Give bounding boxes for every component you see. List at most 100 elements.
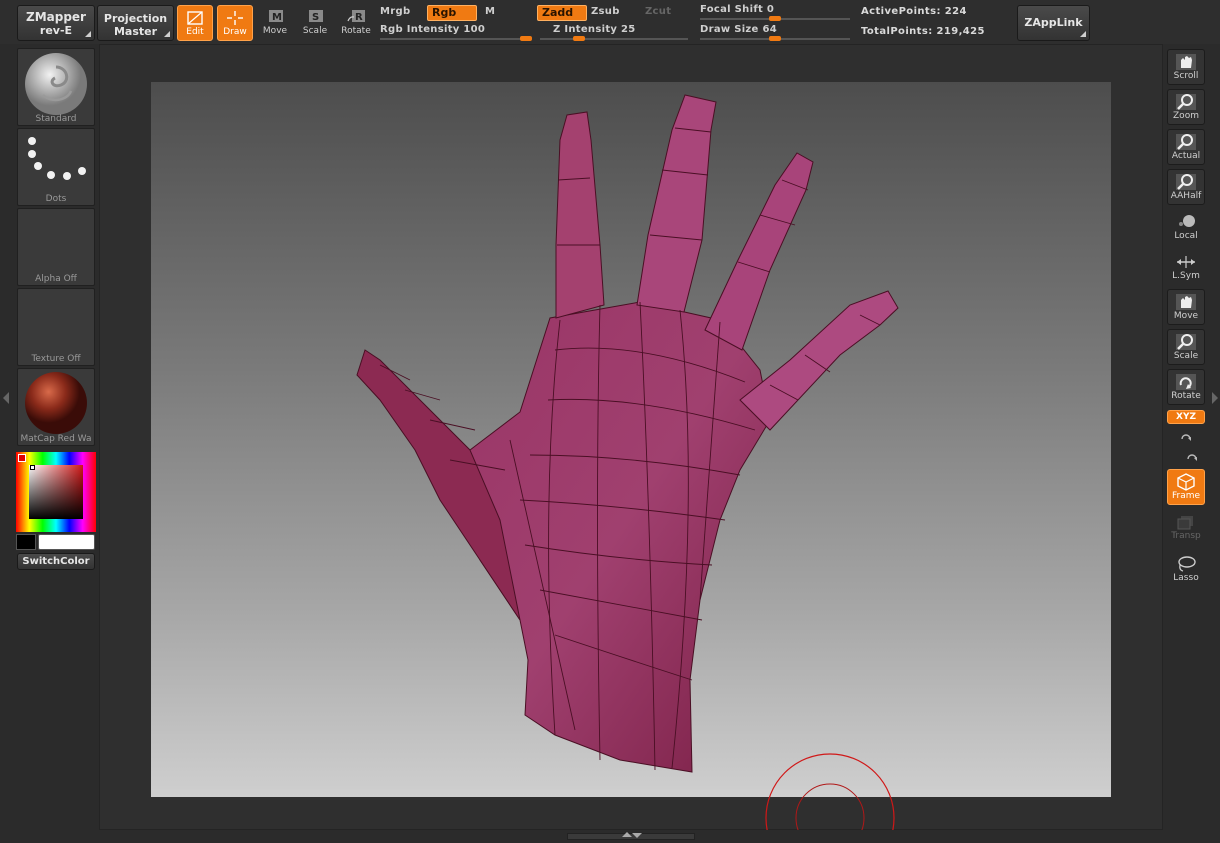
actual-button[interactable]: Actual (1167, 129, 1205, 165)
zoom-button[interactable]: Zoom (1167, 89, 1205, 125)
right-shelf-collapse-icon[interactable] (1212, 392, 1218, 404)
zoom-magnifier-icon (1176, 94, 1196, 110)
aahalf-button[interactable]: AAHalf (1167, 169, 1205, 205)
focal-shift-knob[interactable] (769, 16, 781, 21)
alpha-selector[interactable]: Alpha Off (17, 208, 95, 286)
rgb-intensity-value: 100 (463, 24, 486, 35)
color-marker[interactable] (30, 465, 35, 470)
svg-text:R: R (355, 12, 363, 23)
rgb-toggle[interactable]: Rgb (427, 5, 477, 21)
expand-down-icon[interactable] (632, 833, 642, 838)
z-intensity-label: Z Intensity (553, 24, 618, 35)
color-picker[interactable] (16, 452, 96, 532)
alpha-name: Alpha Off (35, 274, 77, 284)
move-hand-icon (1176, 294, 1196, 310)
scroll-button[interactable]: Scroll (1167, 49, 1205, 85)
red-matcap-sphere-icon (25, 372, 87, 434)
zcut-toggle[interactable]: Zcut (645, 6, 671, 17)
middle-finger-shape (636, 94, 717, 313)
zmapper-version-label: rev-E (39, 24, 73, 37)
edit-tool-button[interactable]: Edit (177, 5, 213, 41)
draw-size-slider[interactable]: Draw Size 64 (700, 24, 850, 35)
xyz-toggle[interactable]: XYZ (1167, 410, 1205, 424)
total-points-value: 219,425 (936, 26, 985, 37)
lasso-label: Lasso (1173, 573, 1199, 583)
hand-mesh[interactable] (151, 82, 1111, 797)
color-picker-square[interactable] (29, 465, 83, 519)
rotate-view-icon (1176, 374, 1196, 390)
rotate-y-icon[interactable] (1179, 429, 1193, 443)
rgb-intensity-slider[interactable]: Rgb Intensity 100 (380, 24, 530, 35)
focal-shift-slider[interactable]: Focal Shift 0 (700, 4, 850, 15)
mrgb-toggle[interactable]: Mrgb (380, 6, 410, 17)
brush-selector[interactable]: Standard (17, 48, 95, 126)
aahalf-label: AAHalf (1170, 191, 1202, 201)
switch-color-label: SwitchColor (22, 556, 90, 567)
z-intensity-slider[interactable]: Z Intensity 25 (553, 24, 688, 35)
dots-stroke-icon (28, 137, 86, 180)
transp-label: Transp (1171, 531, 1201, 541)
zmapper-plugin-button[interactable]: ZMapper rev-E (17, 5, 95, 41)
lsym-label: L.Sym (1172, 271, 1200, 281)
material-selector[interactable]: MatCap Red Wa (17, 368, 95, 446)
hue-marker[interactable] (18, 454, 26, 462)
scale-view-label: Scale (1173, 351, 1199, 361)
z-intensity-knob[interactable] (573, 36, 585, 41)
svg-text:S: S (312, 12, 319, 23)
z-intensity-value: 25 (621, 24, 636, 35)
left-shelf-collapse-icon[interactable] (3, 392, 9, 404)
svg-text:M: M (272, 12, 282, 23)
rgb-intensity-label: Rgb Intensity (380, 24, 460, 35)
frame-cube-icon (1177, 473, 1195, 491)
move-tool-button[interactable]: M Move (257, 5, 293, 41)
draw-tool-button[interactable]: Draw (217, 5, 253, 41)
active-points-label: ActivePoints: (861, 6, 941, 17)
xyz-label: XYZ (1176, 412, 1196, 422)
texture-selector[interactable]: Texture Off (17, 288, 95, 366)
scroll-hand-icon (1176, 54, 1196, 70)
transp-button[interactable]: Transp (1167, 510, 1205, 546)
texture-name: Texture Off (31, 354, 81, 364)
index-finger-shape (555, 111, 605, 319)
rotate-view-button[interactable]: Rotate (1167, 369, 1205, 405)
local-button[interactable]: Local (1167, 210, 1205, 246)
draw-size-knob[interactable] (769, 36, 781, 41)
scale-icon: S (309, 10, 323, 23)
switch-color-button[interactable]: SwitchColor (17, 553, 95, 570)
zadd-toggle[interactable]: Zadd (537, 5, 587, 21)
focal-shift-label: Focal Shift (700, 4, 764, 15)
projection-master-button[interactable]: Projection Master (97, 5, 174, 41)
expand-up-icon[interactable] (622, 832, 632, 837)
rotate-z-icon[interactable] (1185, 449, 1199, 463)
secondary-color-swatch[interactable] (16, 534, 36, 550)
z-intensity-track[interactable] (540, 38, 688, 40)
rgb-intensity-knob[interactable] (520, 36, 532, 41)
scroll-label: Scroll (1173, 71, 1199, 81)
scale-view-button[interactable]: Scale (1167, 329, 1205, 365)
zsub-toggle[interactable]: Zsub (591, 6, 620, 17)
scale-tool-button[interactable]: S Scale (297, 5, 333, 41)
material-name: MatCap Red Wa (20, 434, 92, 444)
total-points-label: TotalPoints: (861, 26, 933, 37)
frame-button[interactable]: Frame (1167, 469, 1205, 505)
rotate-tool-button[interactable]: R Rotate (338, 5, 374, 41)
edit-label: Edit (186, 27, 204, 37)
zapplink-label: ZAppLink (1024, 16, 1083, 29)
m-toggle[interactable]: M (485, 6, 495, 17)
main-color-swatch[interactable] (38, 534, 95, 550)
lasso-button[interactable]: Lasso (1167, 552, 1205, 588)
rgb-intensity-track[interactable] (380, 38, 530, 40)
active-points-readout: ActivePoints: 224 (861, 6, 967, 17)
draw-label: Draw (223, 27, 247, 37)
stroke-selector[interactable]: Dots (17, 128, 95, 206)
pinky-finger-shape (739, 290, 899, 431)
viewport[interactable] (151, 82, 1111, 830)
move-view-button[interactable]: Move (1167, 289, 1205, 325)
zoom-label: Zoom (1173, 111, 1199, 121)
frame-label: Frame (1171, 491, 1201, 501)
scale-label: Scale (302, 26, 328, 36)
local-label: Local (1174, 231, 1198, 241)
edit-icon (187, 11, 203, 25)
zapplink-button[interactable]: ZAppLink (1017, 5, 1090, 41)
lsym-button[interactable]: L.Sym (1167, 250, 1205, 286)
